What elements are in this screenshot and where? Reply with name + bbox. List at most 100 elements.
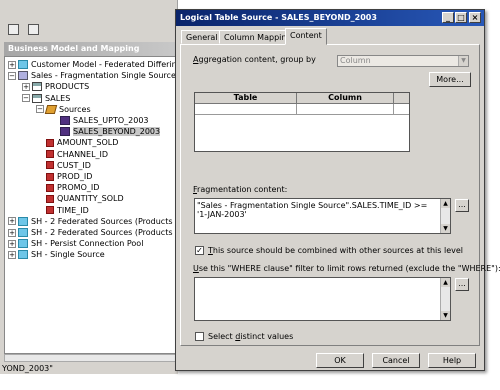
tree-node[interactable]: PROMO_ID xyxy=(36,182,99,194)
tree-node[interactable]: + SH - 2 Federated Sources (Products O xyxy=(8,227,176,239)
tree-node-label: SALES_BEYOND_2003 xyxy=(73,127,161,137)
maximize-button[interactable]: □ xyxy=(455,12,467,23)
folder-icon xyxy=(18,239,28,249)
table-column-header[interactable]: Table xyxy=(195,93,297,104)
fragmentation-textarea[interactable]: "Sales - Fragmentation Single Source".SA… xyxy=(194,198,451,234)
tree-node-label: PROD_ID xyxy=(57,172,93,181)
grid-header-filler xyxy=(394,93,409,104)
expand-icon[interactable]: + xyxy=(22,82,30,91)
folder-icon xyxy=(18,228,28,237)
column-icon xyxy=(46,183,54,192)
collapse-icon[interactable]: − xyxy=(22,94,30,103)
table-icon xyxy=(32,93,42,103)
chevron-down-icon: ▼ xyxy=(458,56,468,66)
column-icon xyxy=(46,206,54,215)
expand-icon[interactable]: + xyxy=(8,250,16,259)
tree-node-label: CUST_ID xyxy=(57,160,91,170)
fragmentation-text-line1: "Sales - Fragmentation Single Source".SA… xyxy=(197,201,428,210)
tree-node-label: CHANNEL_ID xyxy=(57,149,109,159)
tree-node-label: AMOUNT_SOLD xyxy=(57,138,119,148)
where-clause-label: Use this "WHERE clause" filter to limit … xyxy=(193,264,500,273)
tree-node-label: TIME_ID xyxy=(57,205,89,215)
logical-table-source-dialog: Logical Table Source - SALES_BEYOND_2003… xyxy=(175,9,500,371)
business-model-tree[interactable]: + Customer Model - Federated Differing G −… xyxy=(4,56,176,354)
tree-node[interactable]: PROD_ID xyxy=(36,171,92,183)
toolbar-icon[interactable] xyxy=(28,24,39,35)
tree-node[interactable]: AMOUNT_SOLD xyxy=(36,137,118,149)
tree-node-label: Sales - Fragmentation Single Source xyxy=(31,71,176,81)
tree-node[interactable]: + SH - Single Source xyxy=(8,249,105,261)
expand-icon[interactable]: + xyxy=(8,60,16,69)
tree-node[interactable]: + PRODUCTS xyxy=(22,81,89,93)
expand-icon[interactable]: + xyxy=(8,217,16,226)
help-button[interactable]: Help xyxy=(428,353,476,368)
cancel-button[interactable]: Cancel xyxy=(372,353,420,368)
scroll-down-icon[interactable]: ▼ xyxy=(441,224,450,233)
aggregation-label: Aggregation content, group by xyxy=(193,55,316,64)
logical-table-source-icon xyxy=(60,127,70,137)
tree-node-label: PRODUCTS xyxy=(45,82,90,92)
tree-node-label: PROMO_ID xyxy=(57,183,100,193)
tree-node[interactable]: − SALES xyxy=(22,93,70,105)
tree-node-label: SH - 2 Federated Sources (Products O xyxy=(31,228,176,237)
column-column-header[interactable]: Column xyxy=(297,93,394,104)
model-icon xyxy=(18,71,28,81)
scroll-up-icon[interactable]: ▲ xyxy=(441,278,450,287)
tree-node[interactable]: QUANTITY_SOLD xyxy=(36,193,124,205)
expand-icon[interactable]: + xyxy=(8,239,16,248)
aggregation-grid[interactable]: Table Column xyxy=(194,92,410,152)
tree-node-label: Customer Model - Federated Differing G xyxy=(31,60,176,69)
tree-node[interactable]: + SH - 2 Federated Sources (Products Fe xyxy=(8,216,176,228)
column-icon xyxy=(46,150,54,159)
dialog-title: Logical Table Source - SALES_BEYOND_2003 xyxy=(180,13,377,22)
folder-icon xyxy=(18,250,28,260)
toolbar-icon[interactable] xyxy=(8,24,19,35)
folder-icon xyxy=(18,60,28,69)
where-clause-scrollbar[interactable]: ▲ ▼ xyxy=(440,278,450,320)
collapse-icon[interactable]: − xyxy=(8,71,16,80)
tree-node-label: Sources xyxy=(59,104,91,114)
horizontal-scrollbar[interactable] xyxy=(4,354,176,362)
combine-sources-label: This source should be combined with othe… xyxy=(208,246,463,255)
minimize-button[interactable]: _ xyxy=(442,12,454,23)
tree-node[interactable]: SALES_BEYOND_2003 xyxy=(50,126,161,138)
scroll-up-icon[interactable]: ▲ xyxy=(441,199,450,208)
fragmentation-scrollbar[interactable]: ▲ ▼ xyxy=(440,199,450,233)
fragmentation-text-line2: '1-JAN-2003' xyxy=(197,210,247,219)
tree-node[interactable]: − Sources xyxy=(36,104,91,116)
more-button[interactable]: More... xyxy=(429,72,471,87)
ok-button[interactable]: OK xyxy=(316,353,364,368)
aggregation-select[interactable]: Column ▼ xyxy=(337,55,469,67)
grid-row[interactable] xyxy=(195,104,409,115)
tree-node[interactable]: − Sales - Fragmentation Single Source xyxy=(8,70,176,82)
collapse-icon[interactable]: − xyxy=(36,105,44,114)
tree-node[interactable]: SALES_UPTO_2003 xyxy=(50,115,149,127)
expand-icon[interactable]: + xyxy=(8,228,16,237)
where-clause-expression-button[interactable]: ... xyxy=(455,278,469,291)
tree-node[interactable]: CHANNEL_ID xyxy=(36,149,108,161)
column-icon xyxy=(46,172,54,181)
check-icon: ✓ xyxy=(196,246,203,255)
tree-node[interactable]: CUST_ID xyxy=(36,160,91,172)
content-panel: Aggregation content, group by Column ▼ M… xyxy=(180,44,500,346)
scroll-down-icon[interactable]: ▼ xyxy=(441,311,450,320)
fragmentation-expression-button[interactable]: ... xyxy=(455,199,469,212)
tab-general[interactable]: General xyxy=(181,30,223,44)
sources-icon xyxy=(44,104,58,114)
dialog-titlebar[interactable]: Logical Table Source - SALES_BEYOND_2003… xyxy=(176,10,484,26)
tree-node[interactable]: + Customer Model - Federated Differing G xyxy=(8,59,176,71)
folder-icon xyxy=(18,216,28,226)
distinct-values-label: Select distinct values xyxy=(208,332,294,341)
tab-content[interactable]: Content xyxy=(285,28,327,45)
close-button[interactable]: × xyxy=(469,12,481,23)
combine-sources-checkbox[interactable]: ✓ xyxy=(195,246,204,255)
aggregation-select-value: Column xyxy=(340,56,371,65)
table-icon xyxy=(32,82,42,92)
column-icon xyxy=(46,194,54,203)
tree-node[interactable]: + SH - Persist Connection Pool xyxy=(8,238,143,250)
tree-node[interactable]: TIME_ID xyxy=(36,205,89,217)
where-clause-textarea[interactable]: ▲ ▼ xyxy=(194,277,451,321)
pane-title: Business Model and Mapping xyxy=(4,42,176,56)
distinct-values-checkbox[interactable] xyxy=(195,332,204,341)
tree-node-label: SH - 2 Federated Sources (Products Fe xyxy=(31,216,176,226)
